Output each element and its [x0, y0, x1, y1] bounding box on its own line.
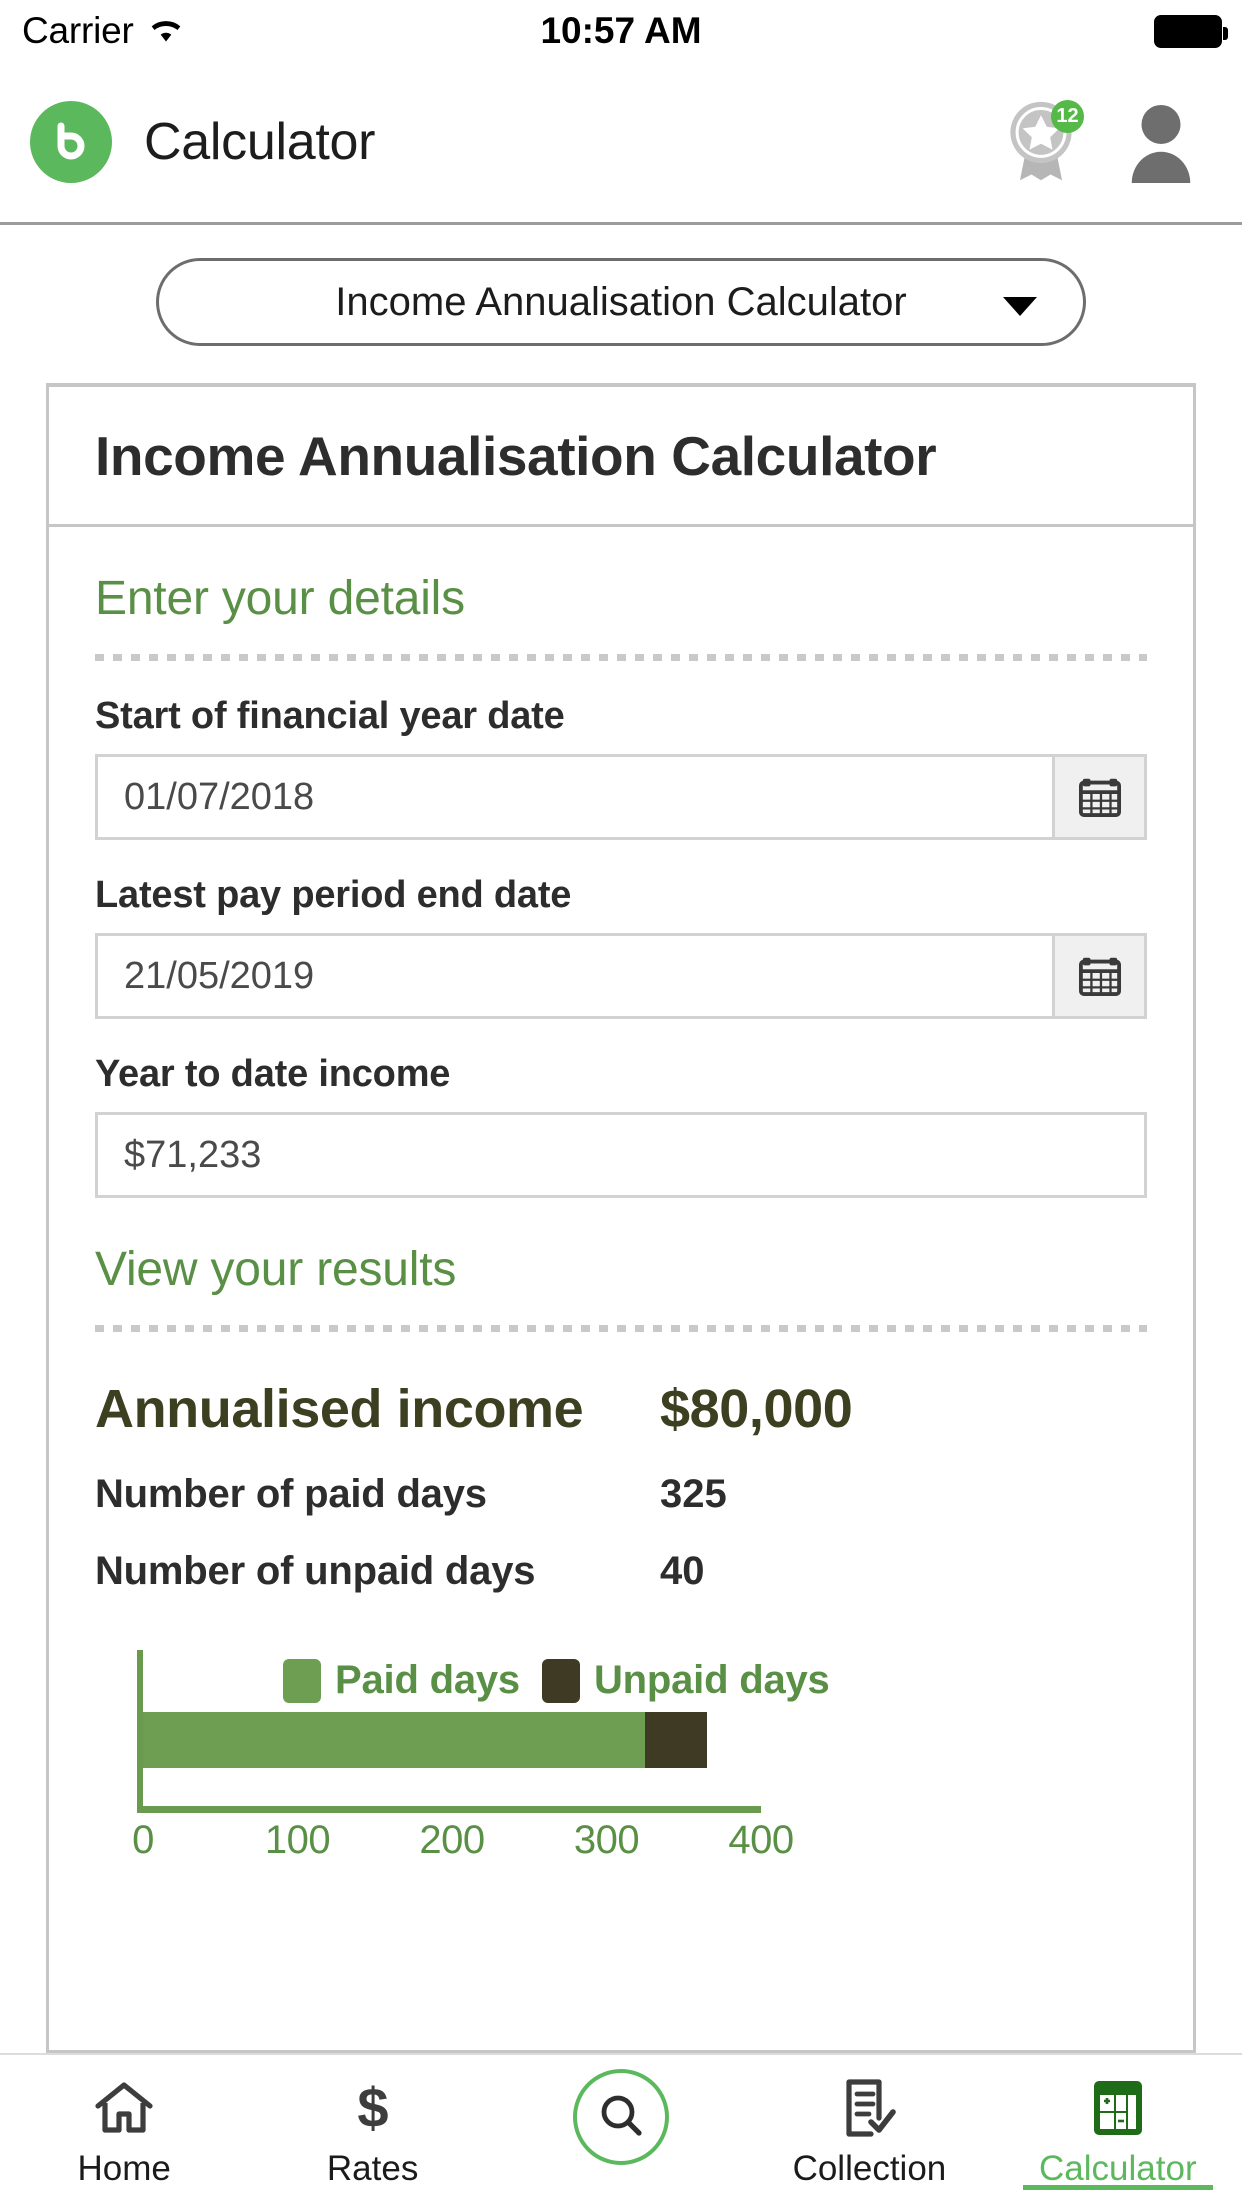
dollar-icon: $ — [350, 2077, 396, 2139]
end-date-calendar-button[interactable] — [1052, 936, 1144, 1016]
tab-collection[interactable]: Collection — [745, 2055, 993, 2208]
annualised-income-label: Annualised income — [95, 1379, 584, 1439]
days-breakdown-chart: Paid days Unpaid days 0 100 200 300 400 — [95, 1650, 1147, 1865]
annualised-income-value: $80,000 — [660, 1379, 853, 1439]
paid-days-row: Number of paid days 325 — [95, 1472, 1147, 1517]
tab-search[interactable] — [497, 2055, 745, 2208]
x-tick-label: 400 — [728, 1818, 794, 1862]
calendar-icon — [1078, 952, 1121, 1001]
bottom-tab-bar: Home $ Rates Collection Calculator — [0, 2053, 1242, 2208]
status-bar: Carrier 10:57 AM — [0, 0, 1242, 62]
brand-b-logo — [30, 101, 112, 183]
battery-full-icon — [1154, 14, 1228, 48]
start-date-calendar-button[interactable] — [1052, 757, 1144, 837]
page-title: Calculator — [144, 113, 376, 171]
calculator-select-control[interactable]: Income Annualisation Calculator — [156, 258, 1086, 346]
start-date-field[interactable]: 01/07/2018 — [95, 754, 1147, 840]
paid-days-value: 325 — [660, 1472, 727, 1516]
details-divider — [95, 654, 1147, 661]
document-check-icon — [841, 2077, 897, 2139]
results-divider — [95, 1325, 1147, 1332]
field-label-end-date: Latest pay period end date — [95, 874, 572, 916]
app-screen: Carrier 10:57 AM Calculator 12 Income An… — [0, 0, 1242, 2208]
active-tab-indicator — [1022, 2185, 1213, 2190]
svg-text:$: $ — [357, 2079, 388, 2137]
ytd-income-field[interactable]: $71,233 — [95, 1112, 1147, 1198]
unpaid-days-value: 40 — [660, 1549, 705, 1593]
stacked-bar — [143, 1712, 761, 1768]
search-button[interactable] — [573, 2069, 670, 2165]
x-tick-label: 0 — [132, 1818, 154, 1862]
end-date-field[interactable]: 21/05/2019 — [95, 933, 1147, 1019]
field-label-start-date: Start of financial year date — [95, 695, 565, 737]
tab-label-rates: Rates — [326, 2149, 419, 2188]
unpaid-days-row: Number of unpaid days 40 — [95, 1549, 1147, 1594]
tab-label-home: Home — [77, 2149, 171, 2188]
tab-calculator[interactable]: Calculator — [994, 2055, 1242, 2208]
bar-segment-paid — [143, 1712, 646, 1768]
x-tick-label: 200 — [419, 1818, 485, 1862]
tab-label-collection: Collection — [792, 2149, 947, 2188]
app-header: Calculator 12 — [0, 62, 1242, 225]
bar-segment-unpaid — [645, 1712, 707, 1768]
award-ribbon-icon[interactable]: 12 — [1002, 98, 1084, 186]
annualised-income-row: Annualised income $80,000 — [95, 1378, 1147, 1440]
enter-details-heading: Enter your details — [95, 572, 465, 625]
tab-label-calculator: Calculator — [1039, 2149, 1197, 2188]
ytd-income-input[interactable]: $71,233 — [98, 1115, 1144, 1195]
calculator-select-value: Income Annualisation Calculator — [335, 279, 907, 324]
award-count-badge: 12 — [1051, 100, 1084, 133]
card-body: Enter your details Start of financial ye… — [49, 571, 1193, 1865]
x-tick-label: 100 — [264, 1818, 331, 1862]
start-date-input[interactable]: 01/07/2018 — [98, 757, 1052, 837]
calculator-selector[interactable]: Income Annualisation Calculator — [156, 258, 1086, 346]
home-icon — [94, 2077, 154, 2139]
x-tick-label: 300 — [573, 1818, 640, 1862]
user-avatar-icon[interactable] — [1122, 101, 1200, 183]
field-label-ytd-income: Year to date income — [95, 1053, 451, 1095]
chart-x-tick-labels: 0 100 200 300 400 — [132, 1818, 794, 1868]
card-header: Income Annualisation Calculator — [49, 387, 1193, 527]
chart-plot-area: 0 100 200 300 400 — [132, 1650, 1147, 1868]
calculator-icon — [1090, 2077, 1146, 2139]
paid-days-label: Number of paid days — [95, 1472, 487, 1516]
end-date-input[interactable]: 21/05/2019 — [98, 936, 1052, 1016]
calendar-icon — [1078, 773, 1121, 822]
status-bar-time: 10:57 AM — [540, 10, 702, 51]
card-title: Income Annualisation Calculator — [95, 424, 937, 487]
unpaid-days-label: Number of unpaid days — [95, 1549, 536, 1593]
tab-home[interactable]: Home — [0, 2055, 248, 2208]
chart-x-axis — [137, 1806, 761, 1813]
tab-rates[interactable]: $ Rates — [248, 2055, 496, 2208]
view-results-heading: View your results — [95, 1243, 457, 1296]
search-icon — [599, 2093, 643, 2142]
status-bar-right — [1154, 14, 1228, 48]
chevron-down-icon — [1003, 297, 1037, 316]
calculator-card: Income Annualisation Calculator Enter yo… — [46, 383, 1196, 2053]
